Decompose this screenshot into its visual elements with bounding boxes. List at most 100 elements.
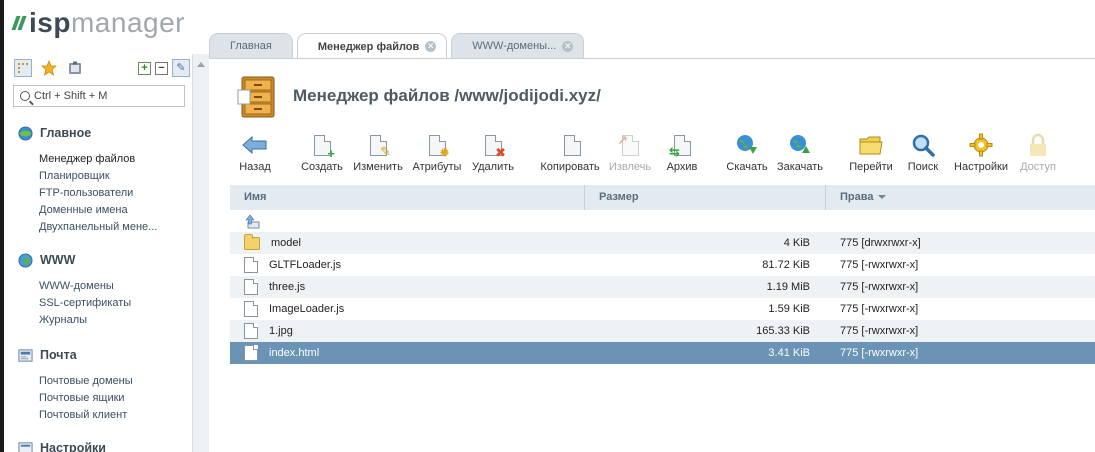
toolbar-label: Архив [666,161,698,173]
sidebar-item-mailboxes[interactable]: Почтовые ящики [39,390,133,407]
menu-search-input[interactable] [34,90,174,102]
table-row[interactable]: ImageLoader.js 1.59 KiB 775 [-rwxrwxr-x] [230,298,1095,320]
file-size: 1.19 MiB [766,281,810,293]
column-name-header[interactable]: Имя [230,185,585,210]
sidebar-section-header[interactable]: Настройки [18,439,106,452]
logo-isp-text: isp [29,7,71,38]
sidebar-item-mail-domains[interactable]: Почтовые домены [39,373,133,390]
tab-file-manager[interactable]: Менеджер файлов ✕ [296,33,448,59]
close-icon[interactable]: ✕ [425,41,437,52]
file-name: model [271,237,301,249]
sidebar-section-header[interactable]: WWW [18,251,131,269]
scroll-up-icon[interactable] [197,62,205,67]
toolbar-label: Доступ [1020,161,1056,173]
sidebar-item-ssl[interactable]: SSL-сертификаты [39,295,131,312]
file-perms: 775 [-rwxrwxr-x] [840,303,919,315]
toolbar-label: Удалить [472,161,514,173]
isp-manager-logo: ispmanager [11,6,185,40]
sidebar-section-header[interactable]: Главное [18,124,157,142]
toolbar-label: Изменить [353,161,403,173]
toolbar-label: Атрибуты [412,161,462,173]
settings-button[interactable]: Настройки [949,132,1013,173]
sidebar-section-mail: Почта Почтовые домены Почтовые ящики Поч… [18,346,133,424]
edit-button[interactable]: ✎ Изменить [346,132,410,173]
main-content: Менеджер файлов /www/jodijodi.xyz/ Назад… [209,59,1095,452]
column-perms-header[interactable]: Права [826,185,1095,210]
delete-button[interactable]: ✖ Удалить [461,132,525,173]
section-title: Почта [40,348,77,362]
table-row-selected[interactable]: index.html 3.41 KiB 775 [-rwxrwxr-x] [230,342,1095,364]
file-perms: 775 [-rwxrwxr-x] [840,325,919,337]
sidebar-item-scheduler[interactable]: Планировщик [39,168,157,185]
tab-label: Менеджер файлов [317,40,420,53]
sidebar-item-mail-client[interactable]: Почтовый клиент [39,407,133,424]
sidebar-item-ftp-users[interactable]: FTP-пользователи [39,185,157,202]
table-row[interactable]: model 4 KiB 775 [drwxrwxr-x] [230,232,1095,254]
attributes-icon: ✹ [424,132,450,159]
file-icon [244,323,258,339]
clipboard-icon[interactable] [66,59,84,77]
copy-button[interactable]: Копировать [538,132,602,173]
file-cabinet-icon [237,76,275,118]
sidebar-item-file-manager[interactable]: Менеджер файлов [39,151,157,168]
toolbar-label: Копировать [540,161,600,173]
edit-file-icon: ✎ [365,132,391,158]
search-icon [20,91,30,101]
back-arrow-icon [242,132,268,158]
file-perms: 775 [-rwxrwxr-x] [840,347,919,359]
tab-www-domains[interactable]: WWW-домены... ✕ [451,33,585,58]
copy-icon [557,132,583,158]
file-table: Имя Размер Права model 4 KiB 775 [drwxrw… [230,185,1095,364]
toolbar-label: Поиск [907,161,939,173]
pin-icon[interactable]: ✎ [172,59,190,77]
www-globe-icon [18,252,33,268]
sidebar-item-www-domains[interactable]: WWW-домены [39,278,131,295]
upload-icon [787,132,813,158]
folder-icon [244,233,260,250]
tab-home[interactable]: Главная [209,33,293,58]
sidebar-section-www: WWW WWW-домены SSL-сертификаты Журналы [18,251,131,329]
file-size: 4 KiB [783,237,810,249]
archive-button[interactable]: ⇆ Архив [650,132,714,173]
sidebar-toolbar: + − ✎ [14,58,190,78]
download-icon [734,132,760,158]
create-button[interactable]: + Создать [290,132,354,173]
table-row-parent[interactable] [230,210,1095,232]
table-row[interactable]: GLTFLoader.js 81.72 KiB 775 [-rwxrwxr-x] [230,254,1095,276]
file-icon [244,257,258,273]
table-row[interactable]: three.js 1.19 MiB 775 [-rwxrwxr-x] [230,276,1095,298]
file-name: three.js [269,281,306,293]
search-button[interactable]: Поиск [891,132,955,173]
toolbar-label: Скачать [726,161,768,173]
tree-view-icon[interactable] [14,59,32,77]
column-size-header[interactable]: Размер [585,185,826,210]
logo-mark-icon [11,16,27,30]
file-perms: 775 [drwxrwxr-x] [840,237,921,249]
file-icon [244,301,258,317]
close-icon[interactable]: ✕ [562,40,574,52]
favorites-star-icon[interactable] [40,59,58,77]
sidebar-scrollbar[interactable] [192,54,209,452]
tab-label: Главная [230,40,272,52]
file-name: index.html [269,347,320,359]
table-row[interactable]: 1.jpg 165.33 KiB 775 [-rwxrwxr-x] [230,320,1095,342]
sidebar-item-dual-panel[interactable]: Двухпанельный мене... [39,219,157,236]
sidebar-section-header[interactable]: Почта [18,346,133,364]
sidebar-item-domain-names[interactable]: Доменные имена [39,202,157,219]
home-globe-icon [18,125,33,141]
back-button[interactable]: Назад [223,132,287,173]
settings-gear-icon [968,132,994,158]
attributes-button[interactable]: ✹ Атрибуты [405,132,469,173]
search-icon [910,132,936,158]
menu-search[interactable] [13,85,185,107]
archive-icon: ⇆ [669,132,695,158]
file-name: 1.jpg [269,325,293,337]
upload-button[interactable]: Закачать [768,132,832,173]
file-perms: 775 [-rwxrwxr-x] [840,281,919,293]
collapse-all-icon[interactable]: − [155,61,168,75]
file-icon [244,279,258,295]
expand-all-icon[interactable]: + [138,61,151,75]
sidebar-item-logs[interactable]: Журналы [39,312,131,329]
section-title: Главное [40,126,92,140]
access-button[interactable]: Доступ [1006,132,1070,173]
